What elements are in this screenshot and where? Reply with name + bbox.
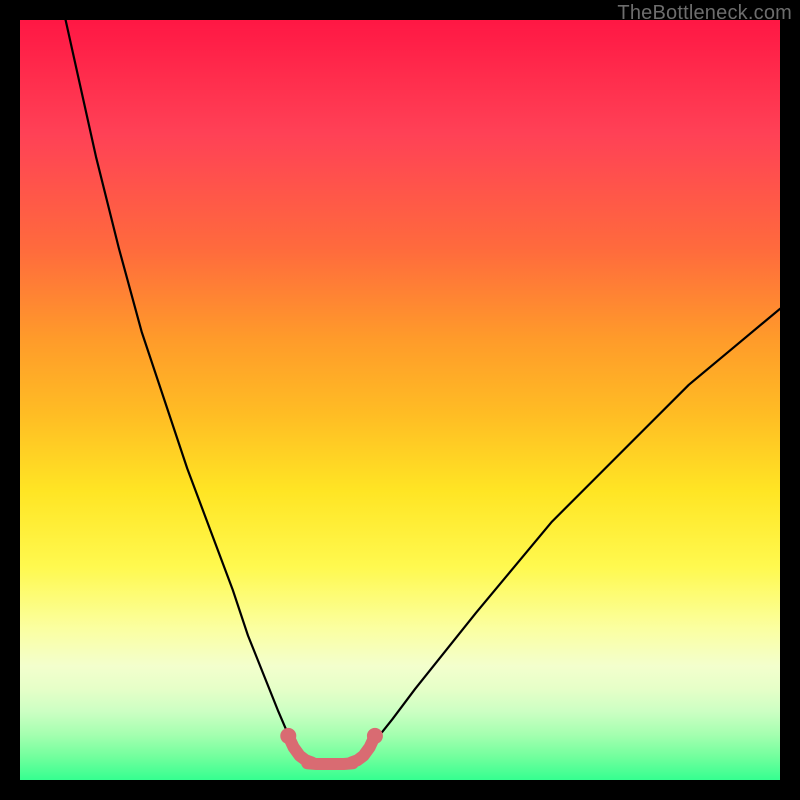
plot-area [20, 20, 780, 780]
marker-left-foot-dot [280, 728, 296, 744]
chart-frame: TheBottleneck.com [0, 0, 800, 800]
marker-right-foot-dot [367, 728, 383, 744]
curve-layer [20, 20, 780, 780]
watermark-text: TheBottleneck.com [617, 2, 792, 25]
series-left-branch [66, 20, 298, 751]
series-right-branch [366, 309, 780, 751]
